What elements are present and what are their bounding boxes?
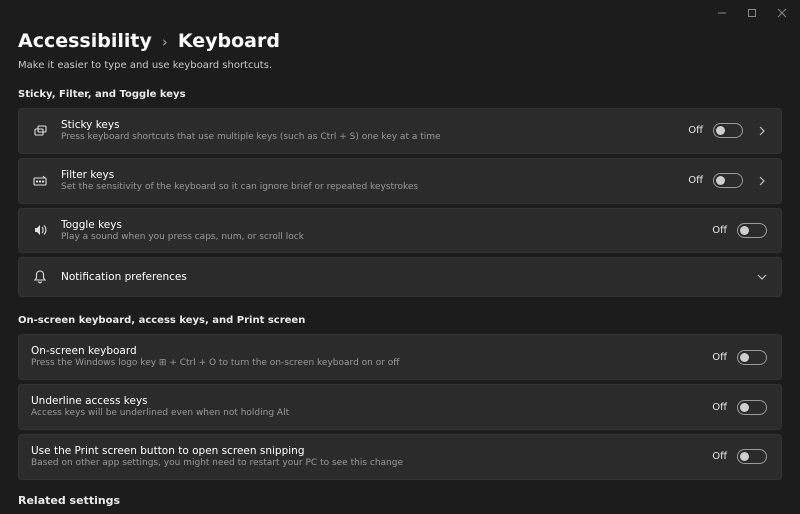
page-subtitle: Make it easier to type and use keyboard …: [18, 60, 782, 71]
row-filter-keys[interactable]: Filter keys Set the sensitivity of the k…: [18, 158, 782, 204]
maximize-icon[interactable]: [746, 7, 758, 19]
row-desc: Access keys will be underlined even when…: [31, 408, 700, 419]
chevron-down-icon[interactable]: [757, 272, 767, 282]
speaker-icon: [31, 221, 49, 239]
breadcrumb: Accessibility › Keyboard: [18, 30, 782, 52]
row-sticky-keys[interactable]: Sticky keys Press keyboard shortcuts tha…: [18, 108, 782, 154]
row-title: Use the Print screen button to open scre…: [31, 445, 700, 457]
section-heading-related: Related settings: [18, 494, 782, 507]
breadcrumb-parent[interactable]: Accessibility: [18, 30, 152, 52]
page-title: Keyboard: [178, 30, 280, 52]
row-on-screen-keyboard[interactable]: On-screen keyboard Press the Windows log…: [18, 334, 782, 380]
section-heading-sticky: Sticky, Filter, and Toggle keys: [18, 89, 782, 100]
row-underline-access-keys[interactable]: Underline access keys Access keys will b…: [18, 384, 782, 430]
sticky-keys-icon: [31, 122, 49, 140]
row-desc: Based on other app settings, you might n…: [31, 458, 700, 469]
toggle-toggle-keys[interactable]: [737, 223, 767, 238]
chevron-right-icon[interactable]: [757, 126, 767, 136]
toggle-state: Off: [712, 225, 727, 236]
page-content: Accessibility › Keyboard Make it easier …: [0, 30, 800, 507]
row-title: Underline access keys: [31, 395, 700, 407]
toggle-state: Off: [688, 175, 703, 186]
toggle-state: Off: [712, 451, 727, 462]
row-desc: Press the Windows logo key ⊞ + Ctrl + O …: [31, 358, 700, 369]
row-title: Toggle keys: [61, 219, 700, 231]
toggle-state: Off: [712, 352, 727, 363]
close-icon[interactable]: [776, 7, 788, 19]
toggle-state: Off: [712, 402, 727, 413]
chevron-right-icon[interactable]: [757, 176, 767, 186]
filter-keys-icon: [31, 172, 49, 190]
row-toggle-keys[interactable]: Toggle keys Play a sound when you press …: [18, 208, 782, 254]
row-desc: Set the sensitivity of the keyboard so i…: [61, 182, 676, 193]
row-desc: Play a sound when you press caps, num, o…: [61, 232, 700, 243]
toggle-osk[interactable]: [737, 350, 767, 365]
toggle-sticky-keys[interactable]: [713, 123, 743, 138]
chevron-right-icon: ›: [162, 33, 168, 51]
bell-icon: [31, 268, 49, 286]
row-print-screen-snip[interactable]: Use the Print screen button to open scre…: [18, 434, 782, 480]
toggle-state: Off: [688, 125, 703, 136]
row-desc: Press keyboard shortcuts that use multip…: [61, 132, 676, 143]
minimize-icon[interactable]: [716, 7, 728, 19]
row-title: Sticky keys: [61, 119, 676, 131]
toggle-filter-keys[interactable]: [713, 173, 743, 188]
row-title: Filter keys: [61, 169, 676, 181]
row-title: On-screen keyboard: [31, 345, 700, 357]
row-title: Notification preferences: [61, 271, 741, 283]
toggle-underline[interactable]: [737, 400, 767, 415]
toggle-printscreen[interactable]: [737, 449, 767, 464]
section-heading-screen: On-screen keyboard, access keys, and Pri…: [18, 315, 782, 326]
window-titlebar: [0, 0, 800, 26]
row-notification-prefs[interactable]: Notification preferences: [18, 257, 782, 297]
